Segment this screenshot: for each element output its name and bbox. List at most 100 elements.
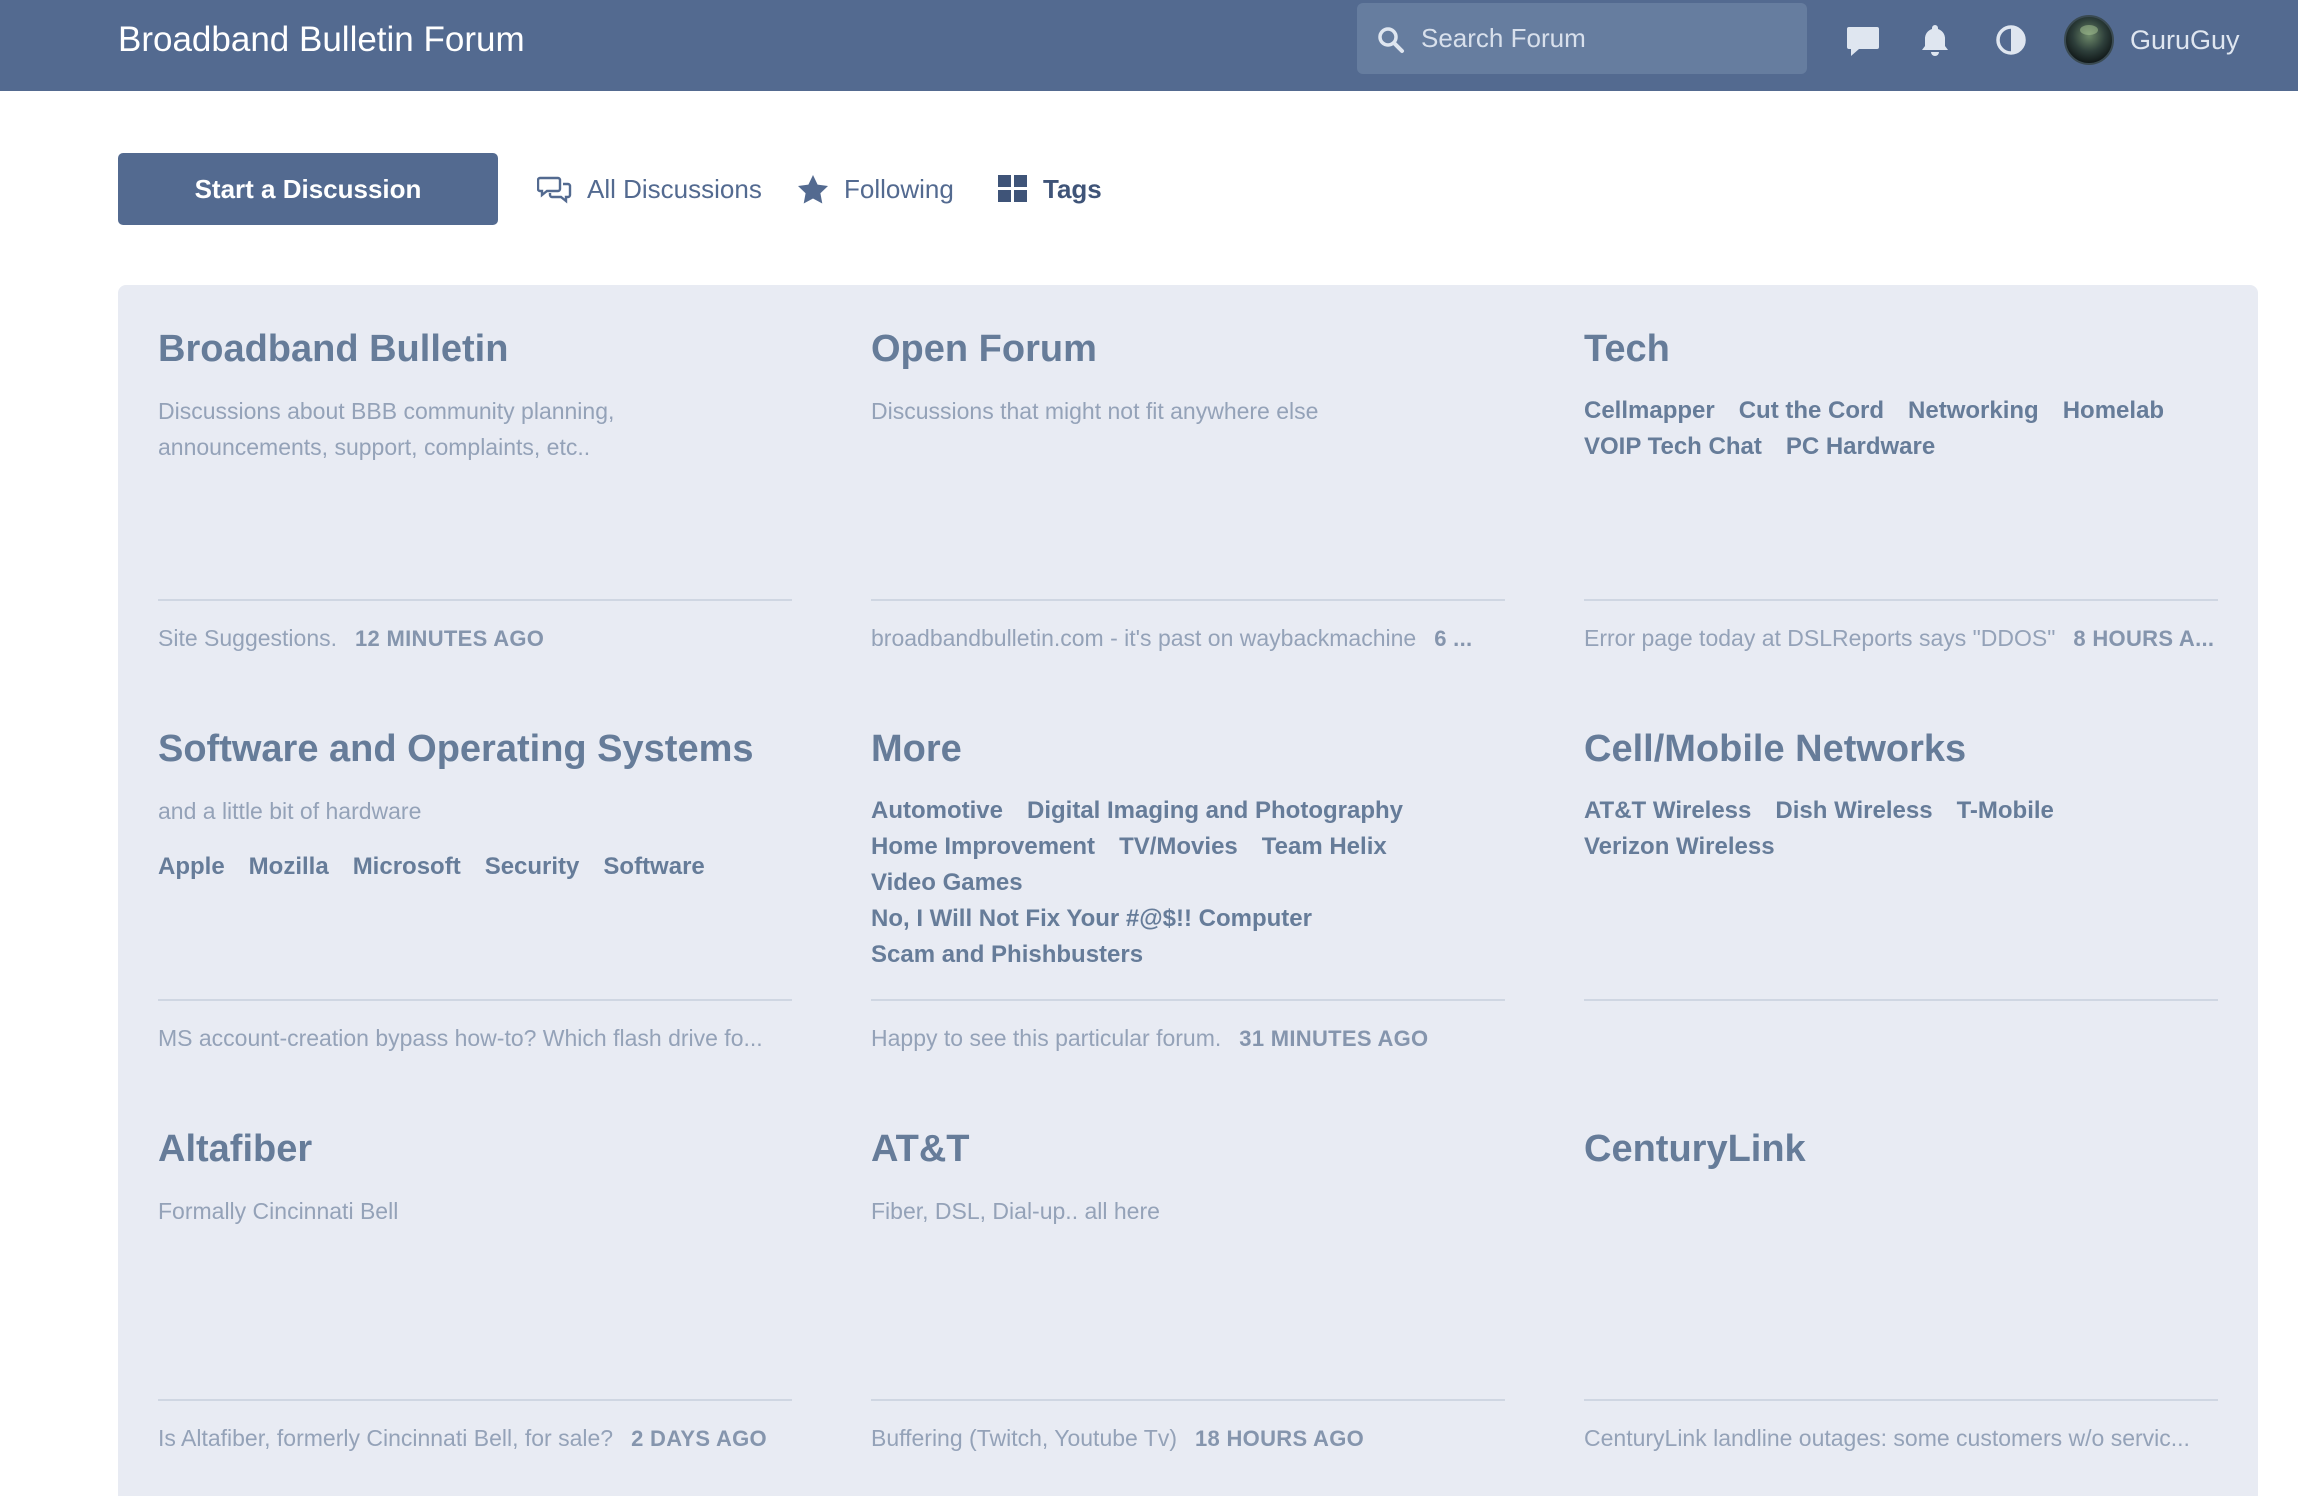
last-discussion-title: Error page today at DSLReports says "DDO… xyxy=(1584,625,2056,651)
child-tag-link[interactable]: Microsoft xyxy=(353,849,461,885)
child-tag-link[interactable]: Homelab xyxy=(2063,393,2164,429)
tag-children: Apple Mozilla Microsoft Security Software xyxy=(158,849,792,885)
tag-tile[interactable]: Tech Cellmapper Cut the Cord Networking Hom… xyxy=(1584,285,2218,685)
child-tag-link[interactable]: Cellmapper xyxy=(1584,393,1715,429)
tag-description: Discussions about BBB community planning… xyxy=(158,398,615,460)
contrast-icon[interactable] xyxy=(1993,22,2029,58)
child-tag-link[interactable]: Apple xyxy=(158,849,225,885)
nav-tags[interactable]: Tags xyxy=(997,169,1102,209)
last-discussion-title: broadbandbulletin.com - it's past on way… xyxy=(871,625,1417,651)
nav-tags-label: Tags xyxy=(1043,173,1102,204)
tag-children: Automotive Digital Imaging and Photograph… xyxy=(871,793,1505,973)
tag-divider xyxy=(1584,999,2218,1001)
tag-description: Discussions that might not fit anywhere … xyxy=(871,398,1319,424)
tag-title[interactable]: Software and Operating Systems xyxy=(158,725,754,773)
nav-following-label: Following xyxy=(844,173,954,204)
last-discussion-time: 6 ... xyxy=(1434,626,1473,651)
nav-all-discussions[interactable]: All Discussions xyxy=(537,169,762,209)
search-input[interactable] xyxy=(1421,17,1791,60)
tag-divider xyxy=(1584,1399,2218,1401)
child-tag-link[interactable]: Scam and Phishbusters xyxy=(871,937,1143,973)
last-discussion-title: CenturyLink landline outages: some custo… xyxy=(1584,1425,2190,1451)
child-tag-link[interactable]: AT&T Wireless xyxy=(1584,793,1751,829)
tag-divider xyxy=(871,999,1505,1001)
last-discussion[interactable]: broadbandbulletin.com - it's past on way… xyxy=(871,622,1505,655)
last-discussion-title: Site Suggestions. xyxy=(158,625,338,651)
last-discussion[interactable]: Error page today at DSLReports says "DDO… xyxy=(1584,622,2218,655)
child-tag-link[interactable]: Verizon Wireless xyxy=(1584,829,1775,865)
child-tag-link[interactable]: Digital Imaging and Photography xyxy=(1027,793,1403,829)
tag-tile[interactable]: AT&T Fiber, DSL, Dial-up.. all here Buff… xyxy=(871,1085,1505,1485)
tag-tile[interactable]: Open Forum Discussions that might not fi… xyxy=(871,285,1505,685)
child-tag-link[interactable]: TV/Movies xyxy=(1119,829,1238,865)
header-bar: Broadband Bulletin Forum GuruGuy xyxy=(0,0,2298,91)
last-discussion[interactable]: Is Altafiber, formerly Cincinnati Bell, … xyxy=(158,1422,792,1455)
child-tag-link[interactable]: Security xyxy=(485,849,580,885)
last-discussion[interactable]: Buffering (Twitch, Youtube Tv) 18 HOURS A… xyxy=(871,1422,1505,1455)
child-tag-link[interactable]: Mozilla xyxy=(249,849,329,885)
tag-title[interactable]: More xyxy=(871,725,962,773)
child-tag-link[interactable]: Dish Wireless xyxy=(1775,793,1932,829)
forum-brand-title[interactable]: Broadband Bulletin Forum xyxy=(118,18,525,62)
discussions-icon xyxy=(537,176,572,204)
child-tag-link[interactable]: VOIP Tech Chat xyxy=(1584,429,1762,465)
tag-title[interactable]: CenturyLink xyxy=(1584,1125,1806,1173)
search-box[interactable] xyxy=(1357,3,1807,74)
tag-children: Cellmapper Cut the Cord Networking Homelab V… xyxy=(1584,393,2218,465)
tag-divider xyxy=(158,999,792,1001)
last-discussion[interactable]: MS account-creation bypass how-to? Which… xyxy=(158,1022,792,1054)
tag-divider xyxy=(871,1399,1505,1401)
tag-description: Formally Cincinnati Bell xyxy=(158,1198,399,1224)
last-discussion-title: Buffering (Twitch, Youtube Tv) xyxy=(871,1425,1177,1451)
username-label[interactable]: GuruGuy xyxy=(2130,22,2240,58)
tag-tile[interactable]: Cell/Mobile Networks AT&T Wireless Dish W… xyxy=(1584,685,2218,1085)
tag-title[interactable]: AT&T xyxy=(871,1125,970,1173)
tag-title[interactable]: Cell/Mobile Networks xyxy=(1584,725,1966,773)
last-discussion-time: 12 MINUTES AGO xyxy=(355,626,545,651)
child-tag-link[interactable]: Automotive xyxy=(871,793,1003,829)
child-tag-link[interactable]: Software xyxy=(603,849,704,885)
tags-panel: Broadband Bulletin Discussions about BBB… xyxy=(118,285,2258,1496)
child-tag-link[interactable]: Networking xyxy=(1908,393,2039,429)
child-tag-link[interactable]: Team Helix xyxy=(1262,829,1387,865)
last-discussion-time: 31 MINUTES AGO xyxy=(1239,1026,1429,1051)
child-tag-link[interactable]: Cut the Cord xyxy=(1739,393,1884,429)
last-discussion-time: 8 HOURS A... xyxy=(2073,626,2215,651)
nav-all-discussions-label: All Discussions xyxy=(587,173,762,204)
tag-tile[interactable]: Software and Operating Systems and a lit… xyxy=(158,685,792,1085)
tag-divider xyxy=(1584,599,2218,601)
tag-title[interactable]: Broadband Bulletin xyxy=(158,325,508,373)
child-tag-link[interactable]: PC Hardware xyxy=(1786,429,1935,465)
tag-description: Fiber, DSL, Dial-up.. all here xyxy=(871,1198,1160,1224)
nav-following[interactable]: Following xyxy=(796,169,954,209)
child-tag-link[interactable]: T-Mobile xyxy=(1957,793,2054,829)
tag-divider xyxy=(158,599,792,601)
tag-tile[interactable]: Altafiber Formally Cincinnati Bell Is Al… xyxy=(158,1085,792,1485)
tag-tile[interactable]: More Automotive Digital Imaging and Photo… xyxy=(871,685,1505,1085)
tag-tile[interactable]: Broadband Bulletin Discussions about BBB… xyxy=(158,285,792,685)
tag-title[interactable]: Altafiber xyxy=(158,1125,312,1173)
tag-title[interactable]: Tech xyxy=(1584,325,1670,373)
tag-divider xyxy=(158,1399,792,1401)
tags-grid-icon xyxy=(998,175,1027,202)
last-discussion-time: 2 DAYS AGO xyxy=(631,1426,767,1451)
avatar[interactable] xyxy=(2064,15,2114,65)
start-discussion-button[interactable]: Start a Discussion xyxy=(118,153,498,225)
bell-icon[interactable] xyxy=(1917,22,1953,58)
last-discussion[interactable]: CenturyLink landline outages: some custo… xyxy=(1584,1422,2218,1454)
child-tag-link[interactable]: Video Games xyxy=(871,865,1023,901)
child-tag-link[interactable]: No, I Will Not Fix Your #@$!! Computer xyxy=(871,901,1312,937)
last-discussion-title: Is Altafiber, formerly Cincinnati Bell, … xyxy=(158,1425,614,1451)
last-discussion-title: Happy to see this particular forum. xyxy=(871,1025,1222,1051)
chat-icon[interactable] xyxy=(1845,22,1881,58)
last-discussion[interactable]: Happy to see this particular forum. 31 MI… xyxy=(871,1022,1505,1055)
tag-tile[interactable]: CenturyLink CenturyLink landline outages… xyxy=(1584,1085,2218,1485)
tag-description: and a little bit of hardware xyxy=(158,798,422,824)
last-discussion-title: MS account-creation bypass how-to? Which… xyxy=(158,1025,763,1051)
last-discussion[interactable]: Site Suggestions. 12 MINUTES AGO xyxy=(158,622,792,655)
last-discussion-time: 18 HOURS AGO xyxy=(1195,1426,1365,1451)
search-icon xyxy=(1378,27,1404,53)
child-tag-link[interactable]: Home Improvement xyxy=(871,829,1095,865)
tag-title[interactable]: Open Forum xyxy=(871,325,1097,373)
tag-divider xyxy=(871,599,1505,601)
